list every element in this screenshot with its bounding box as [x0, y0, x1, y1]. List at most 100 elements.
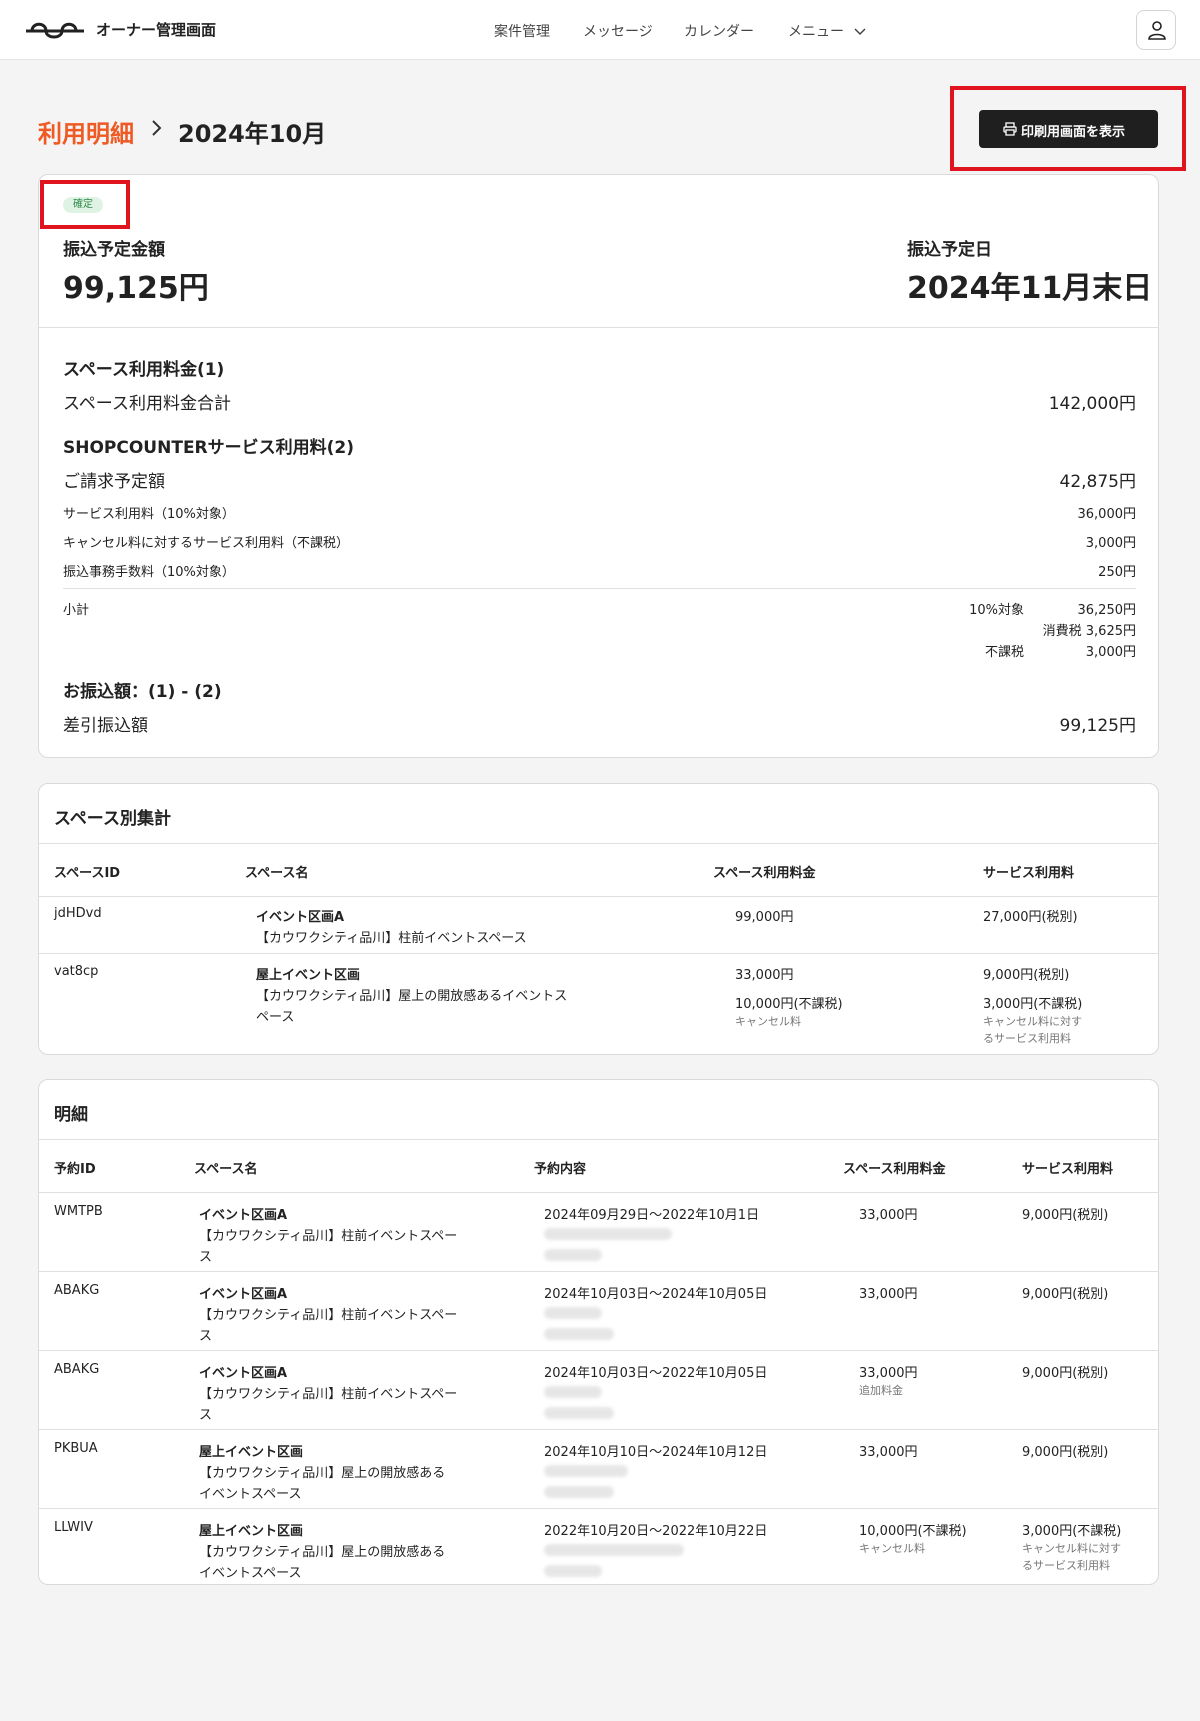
redacted-company [544, 1307, 602, 1319]
by-space-card: スペース別集計 スペースID スペース名 スペース利用料金 サービス利用料 jd… [38, 783, 1159, 1055]
cancel-service-fee-note: るサービス利用料 [983, 1032, 1071, 1045]
divider [63, 588, 1136, 589]
section-net-title: お振込額：(1) - (2) [63, 682, 222, 702]
subtotal-tax-value: 消費税 3,625円 [1042, 624, 1136, 639]
nav-calendar[interactable]: カレンダー [684, 21, 754, 41]
user-account-button[interactable] [1136, 10, 1176, 50]
billing-value: 42,875円 [1059, 472, 1136, 492]
fee-line-value: 250円 [1098, 565, 1136, 580]
reservation-id: PKBUA [54, 1441, 98, 1456]
redacted-person [544, 1565, 602, 1577]
redacted-company [544, 1465, 628, 1477]
reservation-id: WMTPB [54, 1204, 103, 1219]
divider [39, 1192, 1158, 1193]
nav-menu-label: メニュー [788, 24, 844, 40]
col-header-space-fee: スペース利用料金 [843, 1162, 946, 1177]
fee-line-label: サービス利用料（10%対象） [63, 507, 235, 522]
nav-messages[interactable]: メッセージ [583, 21, 653, 41]
breadcrumb-current: 2024年10月 [178, 120, 327, 148]
chevron-down-icon [854, 28, 866, 36]
service-fee: 27,000円(税別) [983, 910, 1078, 925]
space-place-cont: ペース [256, 1010, 295, 1025]
space-fee: 33,000円 [859, 1208, 918, 1223]
col-header-space-id: スペースID [54, 866, 121, 881]
reservation-period: 2022年10月20日〜2022年10月22日 [544, 1524, 768, 1539]
space-name: 屋上イベント区画 [256, 968, 361, 983]
space-id: vat8cp [54, 964, 99, 979]
redacted-person [544, 1407, 614, 1419]
cancel-service-fee-note: キャンセル料に対す [983, 1015, 1082, 1028]
nav-cases[interactable]: 案件管理 [494, 21, 550, 41]
space-place-cont: ス [199, 1329, 213, 1344]
cancel-service-fee: 3,000円(不課税) [983, 997, 1083, 1012]
highlight-box-status [40, 180, 130, 229]
divider [39, 896, 1158, 897]
redacted-person [544, 1328, 614, 1340]
space-name: イベント区画A [199, 1208, 288, 1223]
subtotal-taxable-value: 36,250円 [1077, 603, 1137, 618]
space-place: 【カウワクシティ品川】柱前イベントスペー [199, 1387, 458, 1402]
space-name: 屋上イベント区画 [199, 1524, 304, 1539]
nav-menu[interactable]: メニュー [788, 21, 866, 41]
redacted-company [544, 1386, 602, 1398]
divider [39, 953, 1158, 954]
reservation-period: 2024年09月29日〜2022年10月1日 [544, 1208, 760, 1223]
divider [39, 1139, 1158, 1140]
reservation-period: 2024年10月10日〜2024年10月12日 [544, 1445, 768, 1460]
net-label: 差引振込額 [63, 716, 148, 736]
net-value: 99,125円 [1059, 716, 1136, 736]
space-place-cont: ス [199, 1408, 213, 1423]
redacted-person [544, 1249, 602, 1261]
transfer-date: 2024年11月末日 [907, 271, 1153, 306]
space-name: イベント区画A [199, 1366, 288, 1381]
cancel-fee: 10,000円(不課税) [735, 997, 843, 1012]
transfer-amount: 99,125円 [63, 271, 209, 306]
col-header-space-name: スペース名 [194, 1162, 258, 1177]
service-fee: 3,000円(不課税) [1022, 1524, 1122, 1539]
subtotal-label: 小計 [63, 603, 90, 618]
brand-title: オーナー管理画面 [96, 21, 217, 39]
divider [39, 843, 1158, 844]
divider [39, 327, 1158, 328]
detail-card: 明細 予約ID スペース名 予約内容 スペース利用料金 サービス利用料 WMTP… [38, 1079, 1159, 1585]
col-header-service-fee: サービス利用料 [983, 866, 1075, 881]
subtotal-nontax-label: 不課税 [984, 645, 1024, 660]
redacted-company [544, 1228, 672, 1240]
service-fee: 9,000円(税別) [1022, 1366, 1109, 1381]
reservation-id: LLWIV [54, 1520, 93, 1535]
fee-note: 追加料金 [859, 1384, 903, 1397]
space-place: 【カウワクシティ品川】屋上の開放感ある [199, 1466, 446, 1481]
space-fee: 33,000円 [735, 968, 794, 983]
user-icon [1148, 21, 1166, 40]
by-space-title: スペース別集計 [54, 809, 171, 829]
reservation-id: ABAKG [54, 1283, 100, 1298]
service-fee: 9,000円(税別) [1022, 1287, 1109, 1302]
space-place-cont: イベントスペース [199, 1566, 302, 1581]
space-place-cont: イベントスペース [199, 1487, 302, 1502]
service-fee: 9,000円(税別) [1022, 1445, 1109, 1460]
brand-logo-icon[interactable] [24, 18, 86, 42]
section-space-fee-title: スペース利用料金(1) [63, 360, 225, 380]
fee-line-label: 振込事務手数料（10%対象） [63, 565, 235, 580]
transfer-date-label: 振込予定日 [907, 240, 992, 260]
service-fee-note: キャンセル料に対す [1022, 1542, 1121, 1555]
summary-card: 確定 振込予定金額 99,125円 振込予定日 2024年11月末日 スペース利… [38, 174, 1159, 758]
cancel-fee-note: キャンセル料 [735, 1015, 801, 1028]
space-place: 【カウワクシティ品川】柱前イベントスペー [199, 1229, 458, 1244]
service-fee-note: るサービス利用料 [1022, 1559, 1110, 1572]
detail-title: 明細 [54, 1105, 88, 1125]
section-service-fee-title: SHOPCOUNTERサービス利用料(2) [63, 438, 355, 458]
space-fee: 10,000円(不課税) [859, 1524, 967, 1539]
col-header-space-name: スペース名 [245, 866, 309, 881]
billing-label: ご請求予定額 [63, 472, 165, 492]
redacted-person [544, 1486, 614, 1498]
top-header: オーナー管理画面 案件管理 メッセージ カレンダー メニュー [0, 0, 1200, 60]
reservation-period: 2024年10月03日〜2022年10月05日 [544, 1366, 768, 1381]
space-fee: 33,000円 [859, 1287, 918, 1302]
space-place-cont: ス [199, 1250, 213, 1265]
breadcrumb-parent-link[interactable]: 利用明細 [38, 114, 134, 149]
space-place: 【カウワクシティ品川】屋上の開放感ある [199, 1545, 446, 1560]
fee-line-label: キャンセル料に対するサービス利用料（不課税） [63, 536, 350, 551]
col-header-reservation-id: 予約ID [54, 1162, 96, 1177]
space-id: jdHDvd [54, 906, 102, 921]
